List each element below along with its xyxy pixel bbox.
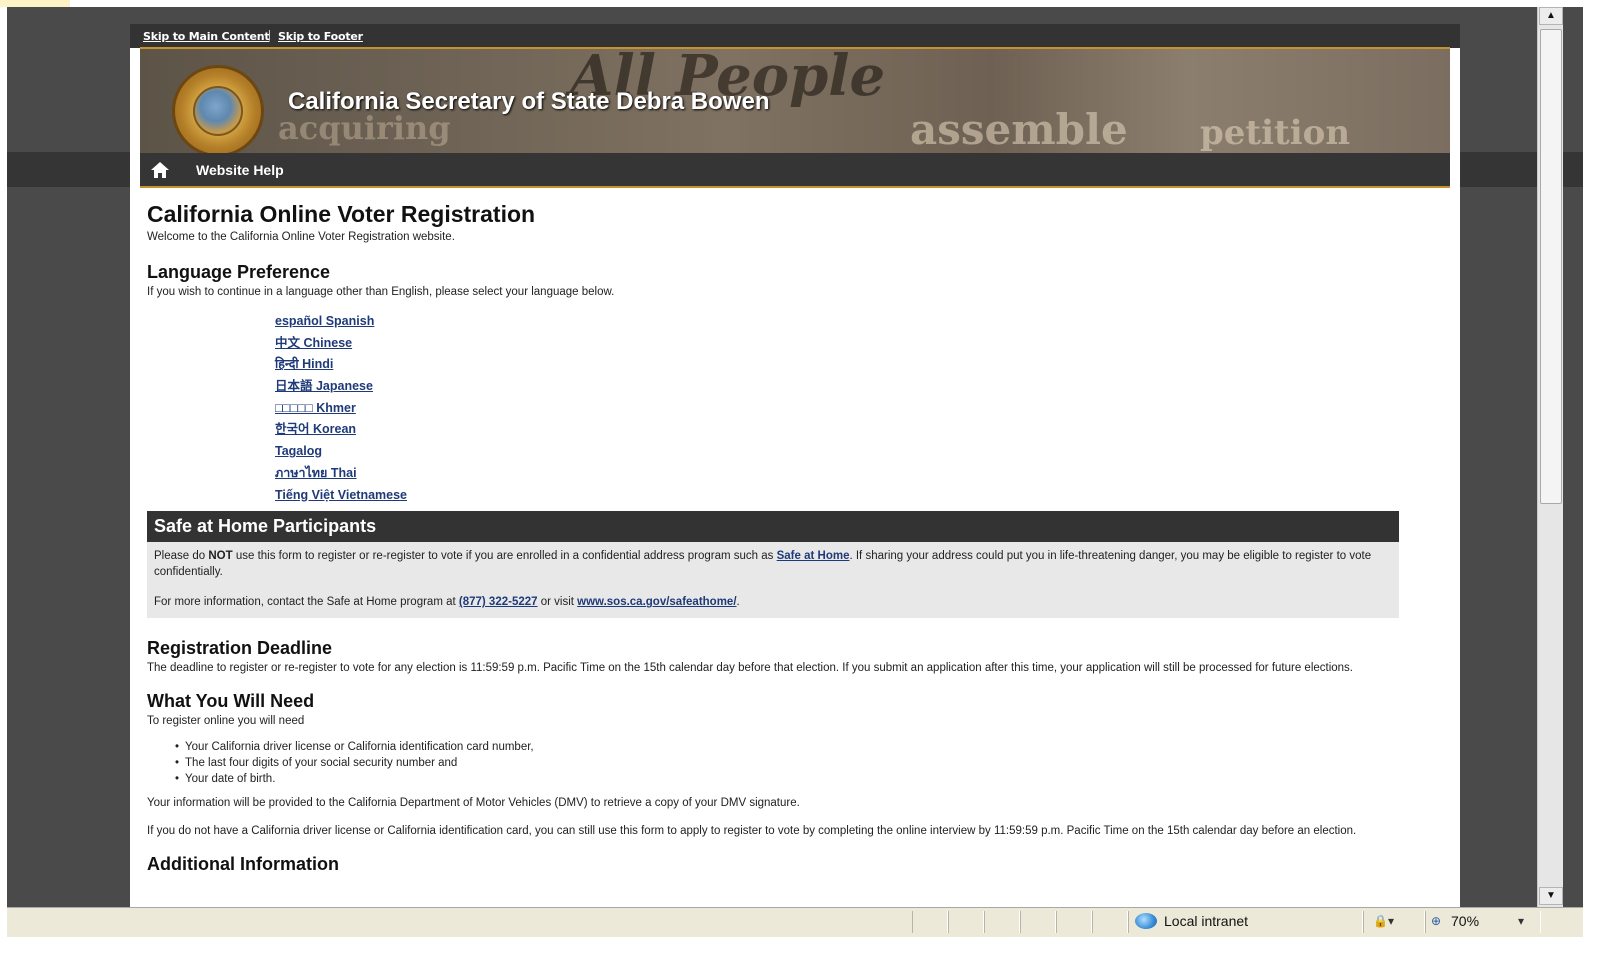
safe-at-home-paragraph-1: Please do NOT use this form to register … <box>154 548 1393 580</box>
scroll-down-icon[interactable]: ▼ <box>1539 887 1563 905</box>
language-link-thai[interactable]: ภาษาไทย Thai <box>275 466 357 480</box>
status-segment <box>1092 911 1128 933</box>
no-license-text: If you do not have a California driver l… <box>147 825 1357 838</box>
site-banner: All People assemble petition acquiring C… <box>140 47 1450 153</box>
status-segment <box>912 911 948 933</box>
protected-mode-icon[interactable]: 🔒▾ <box>1373 914 1394 928</box>
banner-word-assemble: assemble <box>910 105 1128 153</box>
skip-separator: | <box>268 29 271 41</box>
safe-text: or visit <box>537 596 578 609</box>
home-icon[interactable] <box>150 161 170 179</box>
language-link-hindi[interactable]: हिन्दी Hindi <box>275 357 333 371</box>
language-list: español Spanish 中文 Chinese हिन्दी Hindi … <box>275 310 1447 505</box>
deadline-text: The deadline to register or re-register … <box>147 662 1354 675</box>
need-heading: What You Will Need <box>147 691 315 712</box>
safe-text: Please do <box>154 550 209 563</box>
deadline-heading: Registration Deadline <box>147 638 333 659</box>
status-segment <box>948 911 984 933</box>
zoom-level[interactable]: 70% <box>1451 913 1479 929</box>
scroll-thumb[interactable] <box>1540 29 1562 504</box>
phone-link[interactable]: (877) 322-5227 <box>459 596 538 608</box>
page-title: California Online Voter Registration <box>147 201 536 227</box>
safe-at-home-link[interactable]: Safe at Home <box>777 550 850 562</box>
safe-text: For more information, contact the Safe a… <box>154 596 459 609</box>
language-link-khmer[interactable]: □□□□□ Khmer <box>275 401 356 415</box>
safe-text: . <box>736 596 740 609</box>
status-bar: Local intranet 🔒▾ ⊕ 70% ▾ <box>7 907 1583 937</box>
requirements-list: Your California driver license or Califo… <box>175 739 1447 787</box>
language-heading: Language Preference <box>147 262 331 282</box>
need-intro: To register online you will need <box>147 715 305 728</box>
list-item: The last four digits of your social secu… <box>175 755 1447 771</box>
scroll-up-icon[interactable]: ▲ <box>1539 7 1563 25</box>
safe-text: use this form to register or re-register… <box>232 550 777 563</box>
website-help-link[interactable]: Website Help <box>196 162 284 178</box>
seal-logo <box>172 65 264 153</box>
top-navigation: Website Help <box>140 153 1450 188</box>
safe-emphasis: NOT <box>208 550 233 563</box>
safe-at-home-notice: Please do NOT use this form to register … <box>147 542 1399 619</box>
banner-word-petition: petition <box>1200 113 1351 153</box>
window-corner <box>0 0 70 7</box>
skip-footer-link[interactable]: Skip to Footer <box>278 30 363 43</box>
list-item: Your date of birth. <box>175 771 1447 787</box>
vertical-scrollbar[interactable]: ▲ ▼ <box>1537 7 1563 907</box>
safe-at-home-heading: Safe at Home Participants <box>147 511 1399 543</box>
skip-main-link[interactable]: Skip to Main Content <box>143 30 270 43</box>
language-link-japanese[interactable]: 日本語 Japanese <box>275 379 373 393</box>
language-link-vietnamese[interactable]: Tiếng Việt Vietnamese <box>275 488 407 502</box>
status-segment <box>1056 911 1092 933</box>
language-intro: If you wish to continue in a language ot… <box>147 286 615 298</box>
page-container: Skip to Main Content | Skip to Footer Al… <box>130 24 1460 937</box>
language-link-chinese[interactable]: 中文 Chinese <box>275 336 352 350</box>
seal-emblem <box>193 86 243 136</box>
status-segment <box>984 911 1020 933</box>
language-link-korean[interactable]: 한국어 Korean <box>275 422 356 436</box>
site-title: California Secretary of State Debra Bowe… <box>288 88 770 115</box>
dmv-info-text: Your information will be provided to the… <box>147 797 800 810</box>
zoom-icon[interactable]: ⊕ <box>1431 914 1441 928</box>
skip-bar: Skip to Main Content | Skip to Footer <box>130 24 1460 48</box>
welcome-text: Welcome to the California Online Voter R… <box>147 231 455 243</box>
language-link-spanish[interactable]: español Spanish <box>275 314 374 328</box>
list-item: Your California driver license or Califo… <box>175 739 1447 755</box>
safe-at-home-url-link[interactable]: www.sos.ca.gov/safeathome/ <box>577 596 736 608</box>
security-zone-label: Local intranet <box>1164 913 1249 929</box>
main-content: California Online Voter Registration Wel… <box>147 199 1447 876</box>
status-segment <box>1020 911 1056 933</box>
language-link-tagalog[interactable]: Tagalog <box>275 444 322 458</box>
safe-at-home-paragraph-2: For more information, contact the Safe a… <box>154 594 1393 610</box>
additional-info-heading: Additional Information <box>147 854 339 875</box>
globe-icon <box>1135 913 1157 929</box>
zoom-dropdown-icon[interactable]: ▾ <box>1518 914 1524 928</box>
